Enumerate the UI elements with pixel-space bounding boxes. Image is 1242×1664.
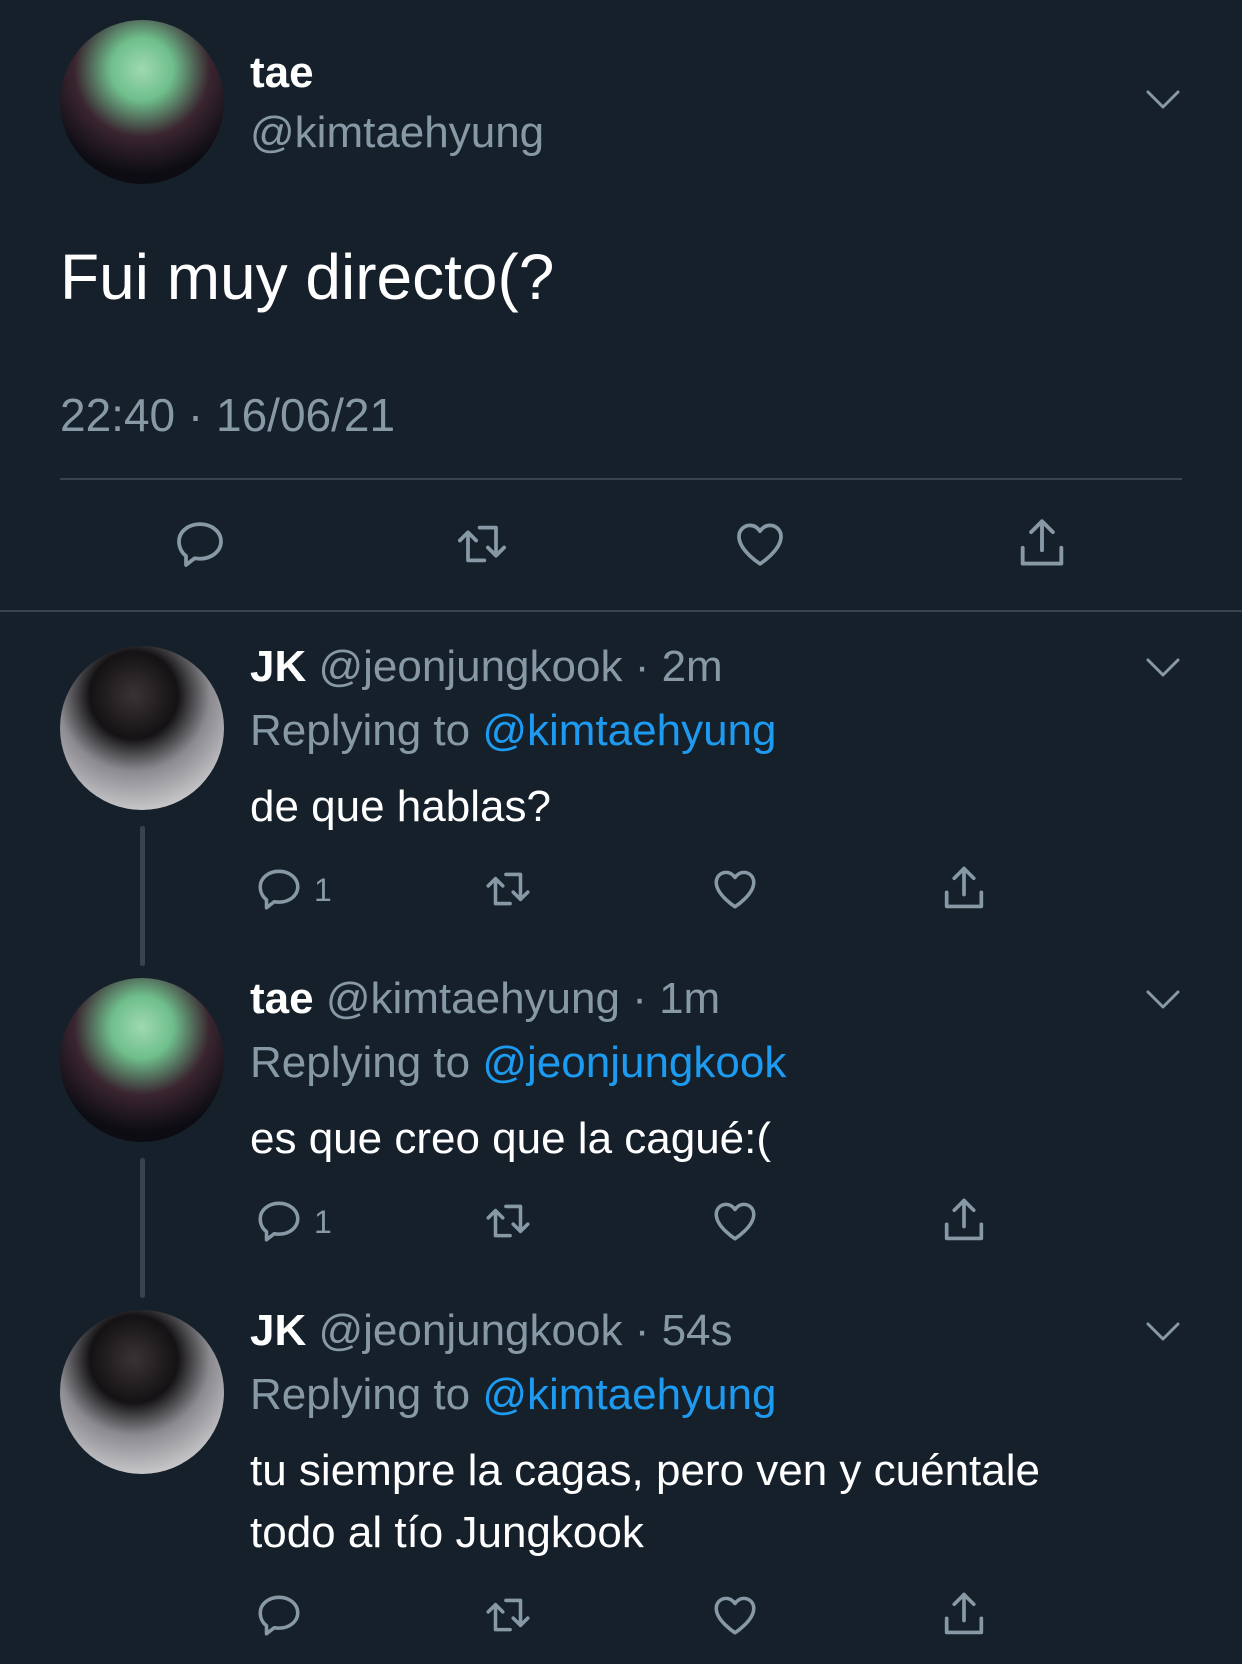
- reply-count: 1: [314, 872, 332, 908]
- replying-to-label: Replying to: [250, 1370, 483, 1419]
- replying-to-label: Replying to: [250, 1038, 483, 1087]
- chevron-down-icon[interactable]: [1145, 88, 1181, 112]
- share-icon[interactable]: [938, 1588, 990, 1640]
- reply-icon[interactable]: [254, 1590, 304, 1640]
- reply-header: tae @kimtaehyung · 1m: [250, 974, 720, 1024]
- main-tweet-timestamp: 22:40 · 16/06/21: [60, 389, 396, 441]
- replying-to-handle[interactable]: @kimtaehyung: [482, 1370, 776, 1419]
- chevron-down-icon[interactable]: [1145, 656, 1181, 680]
- retweet-icon[interactable]: [452, 516, 512, 572]
- reply-header: JK @jeonjungkook · 2m: [250, 642, 723, 692]
- reply-header: JK @jeonjungkook · 54s: [250, 1306, 733, 1356]
- like-icon[interactable]: [710, 864, 760, 914]
- reply-text: es que creo que la cagué:(: [250, 1114, 772, 1163]
- replying-to: Replying to @jeonjungkook: [250, 1038, 786, 1088]
- reply-text-line2: todo al tío Jungkook: [250, 1508, 644, 1557]
- avatar-jk[interactable]: [60, 1310, 224, 1474]
- avatar-jk[interactable]: [60, 646, 224, 810]
- retweet-icon[interactable]: [482, 864, 534, 914]
- share-icon[interactable]: [1012, 514, 1072, 572]
- author-name[interactable]: JK: [250, 642, 306, 691]
- reply-icon[interactable]: [254, 1196, 304, 1246]
- author-handle-time[interactable]: @jeonjungkook · 54s: [318, 1306, 732, 1355]
- share-icon[interactable]: [938, 862, 990, 914]
- chevron-down-icon[interactable]: [1145, 988, 1181, 1012]
- like-icon[interactable]: [710, 1590, 760, 1640]
- reply-icon[interactable]: [254, 864, 304, 914]
- thread-line: [140, 1158, 145, 1298]
- avatar-tae[interactable]: [60, 978, 224, 1142]
- main-tweet-text: Fui muy directo(?: [60, 241, 555, 313]
- divider: [60, 478, 1182, 480]
- like-icon[interactable]: [710, 1196, 760, 1246]
- section-divider: [0, 610, 1242, 612]
- reply-text-line1: tu siempre la cagas, pero ven y cuéntale: [250, 1446, 1041, 1495]
- replying-to: Replying to @kimtaehyung: [250, 706, 777, 756]
- chevron-down-icon[interactable]: [1145, 1320, 1181, 1344]
- retweet-icon[interactable]: [482, 1196, 534, 1246]
- retweet-icon[interactable]: [482, 1590, 534, 1640]
- reply-text: de que hablas?: [250, 782, 551, 831]
- author-name[interactable]: JK: [250, 1306, 306, 1355]
- author-name[interactable]: tae: [250, 974, 314, 1023]
- like-icon[interactable]: [732, 516, 788, 572]
- avatar-tae[interactable]: [60, 20, 224, 184]
- author-handle-time[interactable]: @kimtaehyung · 1m: [326, 974, 720, 1023]
- replying-to-handle[interactable]: @kimtaehyung: [482, 706, 776, 755]
- share-icon[interactable]: [938, 1194, 990, 1246]
- author-handle-time[interactable]: @jeonjungkook · 2m: [318, 642, 722, 691]
- replying-to-handle[interactable]: @jeonjungkook: [482, 1038, 786, 1087]
- main-author-handle[interactable]: @kimtaehyung: [250, 108, 544, 158]
- replying-to-label: Replying to: [250, 706, 483, 755]
- replying-to: Replying to @kimtaehyung: [250, 1370, 777, 1420]
- reply-count: 1: [314, 1204, 332, 1240]
- reply-icon[interactable]: [172, 516, 228, 572]
- thread-line: [140, 826, 145, 966]
- main-author-name[interactable]: tae: [250, 48, 314, 98]
